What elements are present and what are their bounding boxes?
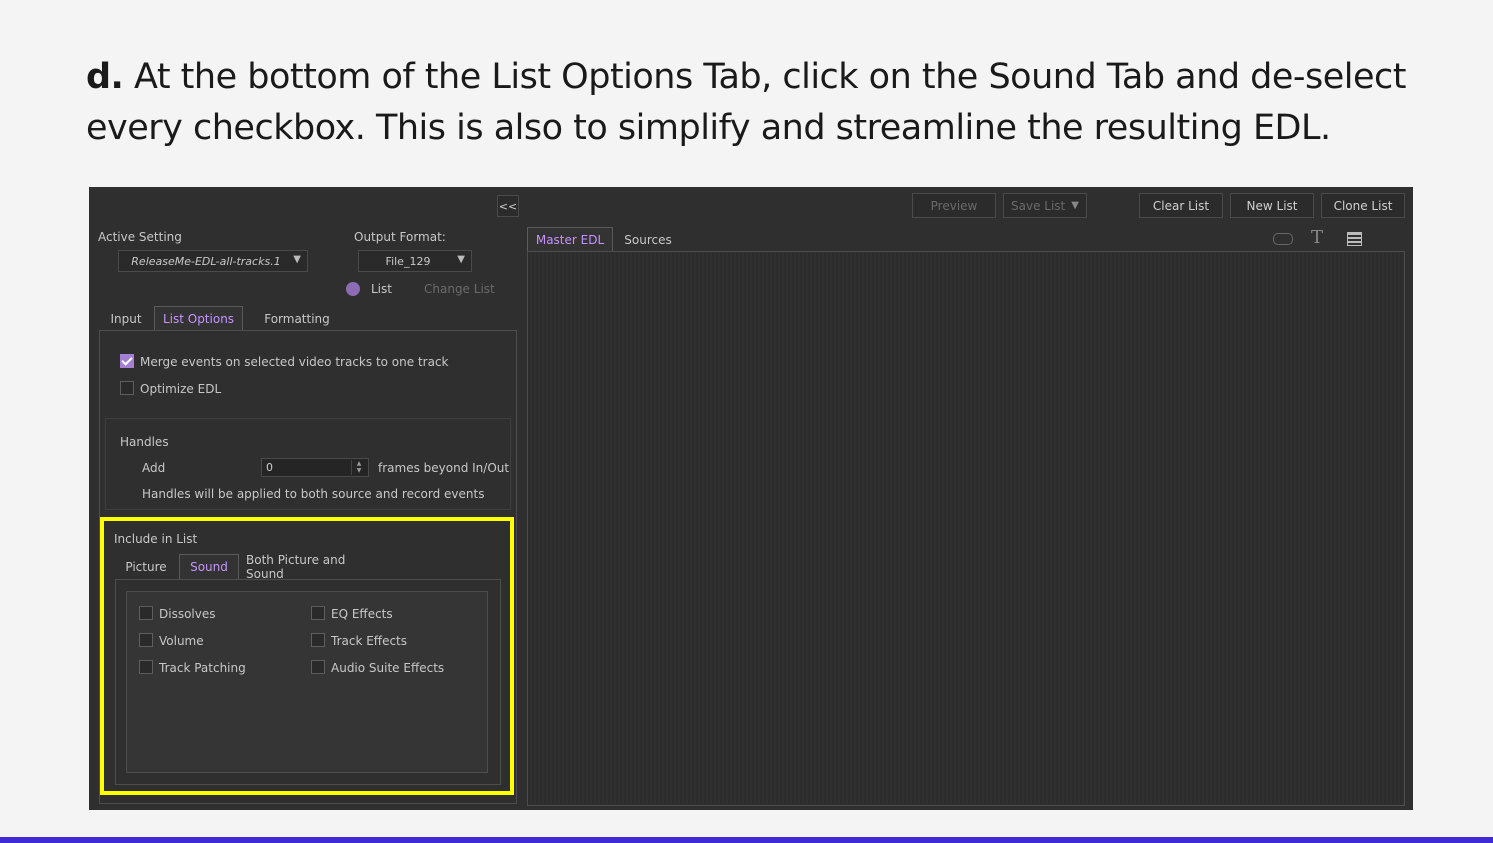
tab-input[interactable]: Input <box>105 306 147 331</box>
optimize-edl-checkbox[interactable] <box>120 381 134 395</box>
link-icon[interactable] <box>1273 233 1293 245</box>
clear-list-button[interactable]: Clear List <box>1139 193 1223 218</box>
tab-master-edl[interactable]: Master EDL <box>527 227 613 252</box>
active-setting-value: ReleaseMe-EDL-all-tracks.1 <box>131 254 281 268</box>
edl-manager-window: << Preview Save List ▼ Clear List New Li… <box>89 187 1413 810</box>
chevron-down-icon: ▼ <box>1071 200 1079 211</box>
text-icon[interactable]: T <box>1311 227 1323 248</box>
handles-add-value: 0 <box>266 461 273 474</box>
list-radio-label: List <box>371 282 392 296</box>
tab-sources[interactable]: Sources <box>617 227 679 252</box>
save-list-label: Save List <box>1011 198 1066 213</box>
output-format-value: File_129 <box>385 254 431 268</box>
chevron-down-icon: ▼ <box>293 254 301 265</box>
clone-list-button[interactable]: Clone List <box>1321 193 1405 218</box>
handles-title: Handles <box>120 435 169 449</box>
stepper-icon[interactable]: ▲ ▼ <box>351 460 366 475</box>
preview-button[interactable]: Preview <box>912 193 996 218</box>
tab-formatting[interactable]: Formatting <box>249 306 345 331</box>
list-view-icon[interactable] <box>1347 232 1362 246</box>
active-setting-label: Active Setting <box>98 230 182 244</box>
handles-suffix: frames beyond In/Out <box>378 461 510 475</box>
handles-note: Handles will be applied to both source a… <box>142 487 485 501</box>
chevron-down-icon: ▼ <box>457 254 465 265</box>
tab-list-options[interactable]: List Options <box>154 306 243 331</box>
new-list-button[interactable]: New List <box>1230 193 1314 218</box>
active-setting-dropdown[interactable]: ReleaseMe-EDL-all-tracks.1 ▼ <box>118 250 308 272</box>
handles-add-field[interactable]: 0 ▲ ▼ <box>261 458 369 477</box>
instruction-step: d. <box>86 57 124 97</box>
change-list-label: Change List <box>424 282 495 296</box>
instruction-body: At the bottom of the List Options Tab, c… <box>86 57 1407 148</box>
save-list-button[interactable]: Save List ▼ <box>1003 193 1087 218</box>
merge-checkbox[interactable] <box>120 354 134 368</box>
output-format-dropdown[interactable]: File_129 ▼ <box>358 250 472 272</box>
optimize-edl-label: Optimize EDL <box>140 382 222 396</box>
merge-label: Merge events on selected video tracks to… <box>140 355 449 369</box>
change-list-radio[interactable] <box>407 282 421 296</box>
handles-add-label: Add <box>142 461 166 475</box>
collapse-button[interactable]: << <box>497 195 519 217</box>
bottom-accent-bar <box>0 837 1493 843</box>
highlight-box <box>100 517 514 795</box>
master-edl-area[interactable] <box>527 251 1405 806</box>
list-radio[interactable] <box>346 282 360 296</box>
instruction-text: d. At the bottom of the List Options Tab… <box>86 52 1426 154</box>
output-format-label: Output Format: <box>354 230 446 244</box>
